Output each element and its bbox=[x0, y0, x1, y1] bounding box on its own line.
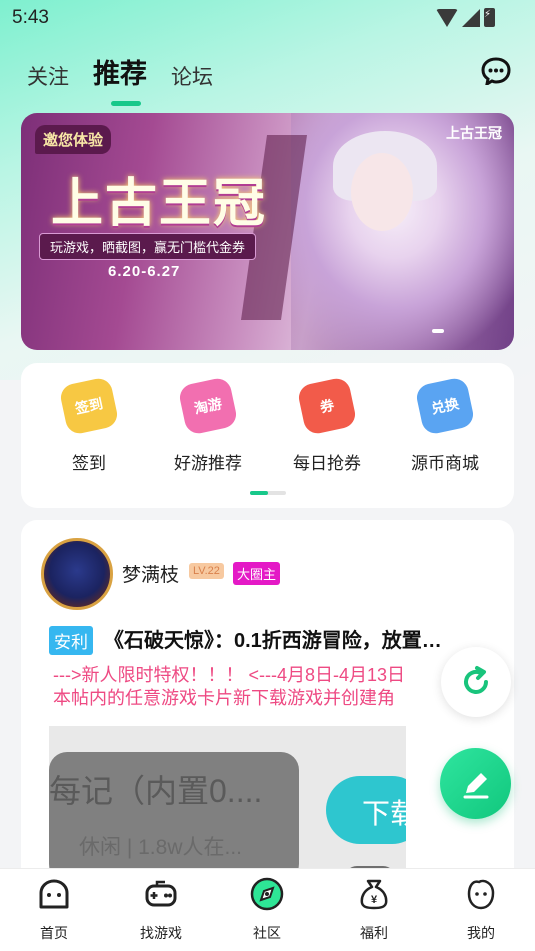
quick-item-checkin[interactable]: 签到 签到 bbox=[34, 376, 144, 474]
status-icons bbox=[436, 8, 495, 27]
banner-subtitle: 玩游戏，晒截图，赢无门槛代金券 bbox=[39, 233, 257, 260]
money-bag-icon: ¥ bbox=[360, 879, 388, 910]
gamepad-icon bbox=[145, 880, 177, 907]
tab-forum[interactable]: 论坛 bbox=[171, 61, 213, 91]
chat-bubble-icon[interactable] bbox=[481, 57, 511, 85]
feed-tabs: 关注 推荐 论坛 bbox=[27, 52, 237, 106]
nav-find-games[interactable]: 找游戏 bbox=[121, 877, 201, 943]
post-username[interactable]: 梦满枝 bbox=[122, 560, 179, 587]
nav-label: 首页 bbox=[40, 925, 68, 941]
nav-benefits[interactable]: ¥ 福利 bbox=[334, 877, 414, 943]
tab-follow[interactable]: 关注 bbox=[27, 61, 69, 91]
nav-label: 找游戏 bbox=[140, 925, 182, 941]
banner-game-logo: 上古王冠 bbox=[446, 126, 502, 142]
post-text: --->新人限时特权！！！ <---4月8日-4月13日 本帖内的任意游戏卡片新… bbox=[53, 665, 406, 708]
compose-button[interactable] bbox=[440, 748, 511, 819]
quick-menu-scroll-indicator bbox=[250, 491, 286, 495]
post-title[interactable]: 《石破天惊》：0.1折西游冒险，放置… bbox=[104, 624, 494, 653]
tab-recommend-label: 推荐 bbox=[93, 59, 147, 89]
quick-item-shop[interactable]: 兑换 源币商城 bbox=[390, 376, 500, 474]
recommend-icon: 淘游 bbox=[177, 376, 239, 436]
status-time: 5:43 bbox=[12, 7, 49, 28]
active-tab-indicator bbox=[111, 101, 141, 106]
community-icon bbox=[250, 877, 284, 911]
quick-item-coupon[interactable]: 券 每日抢券 bbox=[272, 376, 382, 474]
quick-item-label: 每日抢券 bbox=[293, 454, 361, 473]
quick-item-label: 好游推荐 bbox=[174, 454, 242, 473]
nav-home[interactable]: 首页 bbox=[14, 877, 94, 943]
role-badge: 大圈主 bbox=[233, 562, 281, 585]
banner-character-face bbox=[351, 153, 413, 231]
banner-title: 上古王冠 bbox=[51, 173, 268, 234]
banner-page-indicator bbox=[432, 329, 444, 333]
refresh-button[interactable] bbox=[441, 647, 511, 717]
battery-icon bbox=[484, 8, 495, 27]
image-game-meta: 休闲 | 1.8w人在... bbox=[79, 836, 242, 859]
promo-banner[interactable]: 邀您体验 上古王冠 玩游戏，晒截图，赢无门槛代金券 6.20-6.27 上古王冠 bbox=[21, 113, 514, 350]
post-tag: 安利 bbox=[49, 626, 93, 655]
bottom-nav: 首页 找游戏 社区 ¥ 福利 我的 bbox=[0, 868, 535, 951]
image-download-button: 下载 bbox=[326, 776, 406, 844]
pencil-icon bbox=[463, 772, 488, 798]
image-game-title: 每记（内置0.... bbox=[49, 773, 263, 809]
shop-icon: 兑换 bbox=[414, 376, 476, 436]
wifi-icon bbox=[436, 8, 458, 27]
signal-icon bbox=[462, 8, 480, 27]
quick-item-label: 签到 bbox=[72, 454, 106, 473]
checkin-icon: 签到 bbox=[58, 376, 120, 436]
nav-community[interactable]: 社区 bbox=[227, 877, 307, 943]
coupon-icon: 券 bbox=[296, 376, 358, 436]
svg-text:¥: ¥ bbox=[371, 894, 378, 906]
nav-label: 我的 bbox=[467, 925, 495, 941]
nav-profile[interactable]: 我的 bbox=[441, 877, 521, 943]
banner-date: 6.20-6.27 bbox=[108, 263, 181, 280]
level-badge: LV.22 bbox=[189, 563, 224, 579]
tab-recommend[interactable]: 推荐 bbox=[93, 52, 147, 106]
nav-label: 社区 bbox=[253, 925, 281, 941]
avatar[interactable] bbox=[41, 538, 113, 610]
refresh-icon bbox=[464, 666, 488, 694]
profile-face-icon bbox=[467, 879, 495, 910]
quick-item-recommend[interactable]: 淘游 好游推荐 bbox=[153, 376, 263, 474]
home-icon bbox=[39, 879, 69, 909]
quick-item-label: 源币商城 bbox=[411, 454, 479, 473]
banner-badge: 邀您体验 bbox=[35, 125, 112, 154]
quick-menu-card: 签到 签到 淘游 好游推荐 券 每日抢券 兑换 源币商城 bbox=[21, 363, 514, 508]
status-bar: 5:43 bbox=[0, 0, 535, 36]
nav-label: 福利 bbox=[360, 925, 388, 941]
